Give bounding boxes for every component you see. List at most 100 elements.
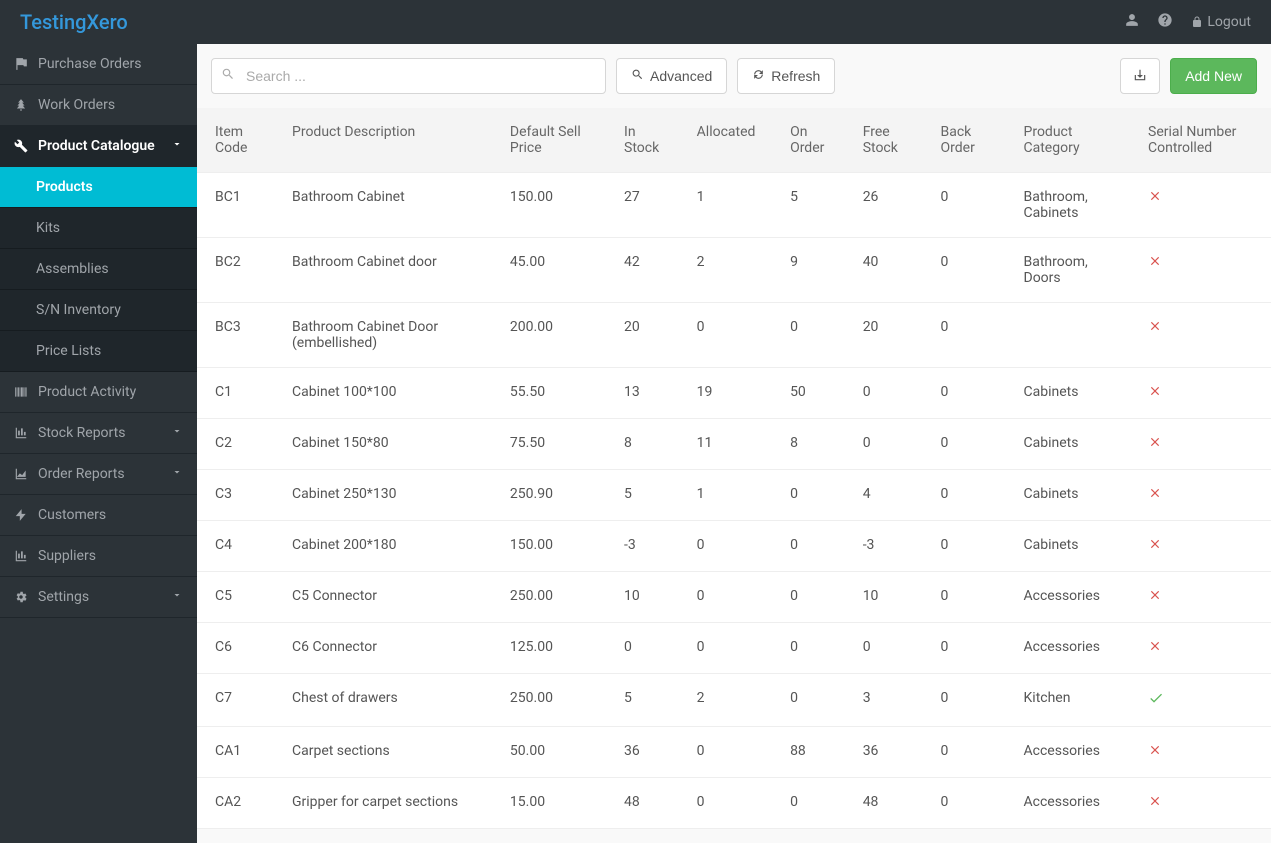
sidebar-sub-products[interactable]: Products: [0, 167, 197, 208]
bar-chart-icon: [14, 426, 28, 440]
barcode-icon: [14, 385, 28, 399]
cell-on-order: 0: [778, 303, 851, 368]
cell-description: Cabinet 200*180: [280, 521, 498, 572]
sidebar-item-label: Customers: [38, 507, 106, 523]
table-row[interactable]: C7Chest of drawers250.0052030Kitchen: [197, 674, 1271, 727]
brand-logo[interactable]: TestingXero: [20, 10, 128, 34]
table-row[interactable]: BC1Bathroom Cabinet150.002715260Bathroom…: [197, 173, 1271, 238]
header-on-order[interactable]: On Order: [778, 108, 851, 173]
sidebar-sub-kits[interactable]: Kits: [0, 208, 197, 249]
search-input[interactable]: [211, 58, 606, 94]
cell-free-stock: 0: [851, 368, 929, 419]
table-row[interactable]: BC3Bathroom Cabinet Door (embellished)20…: [197, 303, 1271, 368]
table-row[interactable]: C1Cabinet 100*10055.5013195000Cabinets: [197, 368, 1271, 419]
cell-code: C4: [197, 521, 280, 572]
logout-button[interactable]: Logout: [1191, 14, 1251, 30]
sidebar-item-stock-reports[interactable]: Stock Reports: [0, 413, 197, 454]
cell-on-order: 0: [778, 623, 851, 674]
sidebar-item-customers[interactable]: Customers: [0, 495, 197, 536]
header-serial[interactable]: Serial Number Controlled: [1136, 108, 1271, 173]
sidebar-item-order-reports[interactable]: Order Reports: [0, 454, 197, 495]
refresh-button[interactable]: Refresh: [737, 58, 835, 94]
cell-serial: [1136, 368, 1271, 419]
cell-price: 45.00: [498, 238, 612, 303]
sidebar-item-label: Product Catalogue: [38, 138, 155, 154]
table-row[interactable]: BC2Bathroom Cabinet door45.004229400Bath…: [197, 238, 1271, 303]
help-icon[interactable]: [1157, 12, 1173, 32]
sidebar-sub-price-lists[interactable]: Price Lists: [0, 331, 197, 372]
cell-serial: [1136, 674, 1271, 727]
sidebar-item-label: Order Reports: [38, 466, 125, 482]
table-row[interactable]: CA2Gripper for carpet sections15.0048004…: [197, 778, 1271, 829]
cell-serial: [1136, 572, 1271, 623]
table-row[interactable]: CA1Carpet sections50.0036088360Accessori…: [197, 727, 1271, 778]
table-row[interactable]: C5C5 Connector250.001000100Accessories: [197, 572, 1271, 623]
cell-category: Bathroom, Cabinets: [1012, 173, 1137, 238]
cell-in-stock: 8: [612, 419, 685, 470]
download-button[interactable]: [1120, 58, 1160, 94]
header-category[interactable]: Product Category: [1012, 108, 1137, 173]
advanced-button[interactable]: Advanced: [616, 58, 727, 94]
table-row[interactable]: C6C6 Connector125.0000000Accessories: [197, 623, 1271, 674]
cell-free-stock: -3: [851, 521, 929, 572]
cell-back-order: 0: [929, 470, 1012, 521]
header-back-order[interactable]: Back Order: [929, 108, 1012, 173]
table-row[interactable]: C2Cabinet 150*8075.50811800Cabinets: [197, 419, 1271, 470]
cell-serial: [1136, 521, 1271, 572]
cell-back-order: 0: [929, 778, 1012, 829]
sidebar-item-product-activity[interactable]: Product Activity: [0, 372, 197, 413]
cell-back-order: 0: [929, 368, 1012, 419]
cell-on-order: 8: [778, 419, 851, 470]
cell-back-order: 0: [929, 521, 1012, 572]
table-row[interactable]: C4Cabinet 200*180150.00-300-30Cabinets: [197, 521, 1271, 572]
header-price[interactable]: Default Sell Price: [498, 108, 612, 173]
header-in-stock[interactable]: In Stock: [612, 108, 685, 173]
check-icon: [1148, 694, 1164, 710]
cell-serial: [1136, 419, 1271, 470]
header-free-stock[interactable]: Free Stock: [851, 108, 929, 173]
cell-price: 200.00: [498, 303, 612, 368]
sidebar-item-settings[interactable]: Settings: [0, 577, 197, 618]
sidebar-item-label: Settings: [38, 589, 89, 605]
cell-serial: [1136, 303, 1271, 368]
cell-free-stock: 4: [851, 470, 929, 521]
sidebar-item-product-catalogue[interactable]: Product Catalogue: [0, 126, 197, 167]
user-icon[interactable]: [1125, 13, 1139, 31]
cross-icon: [1148, 321, 1162, 337]
cross-icon: [1148, 641, 1162, 657]
header-allocated[interactable]: Allocated: [685, 108, 778, 173]
search-icon: [631, 68, 644, 84]
cell-code: BC3: [197, 303, 280, 368]
add-new-label: Add New: [1185, 68, 1242, 84]
cell-free-stock: 48: [851, 778, 929, 829]
cell-free-stock: 20: [851, 303, 929, 368]
cell-in-stock: 5: [612, 674, 685, 727]
sidebar-item-purchase-orders[interactable]: Purchase Orders: [0, 44, 197, 85]
sidebar-sub-s-n-inventory[interactable]: S/N Inventory: [0, 290, 197, 331]
header-description[interactable]: Product Description: [280, 108, 498, 173]
cell-serial: [1136, 470, 1271, 521]
cell-allocated: 0: [685, 303, 778, 368]
cell-code: C6: [197, 623, 280, 674]
cell-description: Cabinet 100*100: [280, 368, 498, 419]
cell-category: Accessories: [1012, 623, 1137, 674]
table-row[interactable]: C3Cabinet 250*130250.9051040Cabinets: [197, 470, 1271, 521]
cell-in-stock: 5: [612, 470, 685, 521]
header-item-code[interactable]: Item Code: [197, 108, 280, 173]
cell-price: 250.00: [498, 674, 612, 727]
cross-icon: [1148, 745, 1162, 761]
sidebar-item-suppliers[interactable]: Suppliers: [0, 536, 197, 577]
cell-price: 75.50: [498, 419, 612, 470]
cell-serial: [1136, 173, 1271, 238]
cell-in-stock: 10: [612, 572, 685, 623]
add-new-button[interactable]: Add New: [1170, 58, 1257, 94]
cell-in-stock: 20: [612, 303, 685, 368]
cross-icon: [1148, 539, 1162, 555]
cell-serial: [1136, 623, 1271, 674]
cell-allocated: 0: [685, 572, 778, 623]
cell-allocated: 1: [685, 470, 778, 521]
sidebar-sub-assemblies[interactable]: Assemblies: [0, 249, 197, 290]
sidebar-item-work-orders[interactable]: Work Orders: [0, 85, 197, 126]
cell-price: 250.90: [498, 470, 612, 521]
cell-back-order: 0: [929, 173, 1012, 238]
